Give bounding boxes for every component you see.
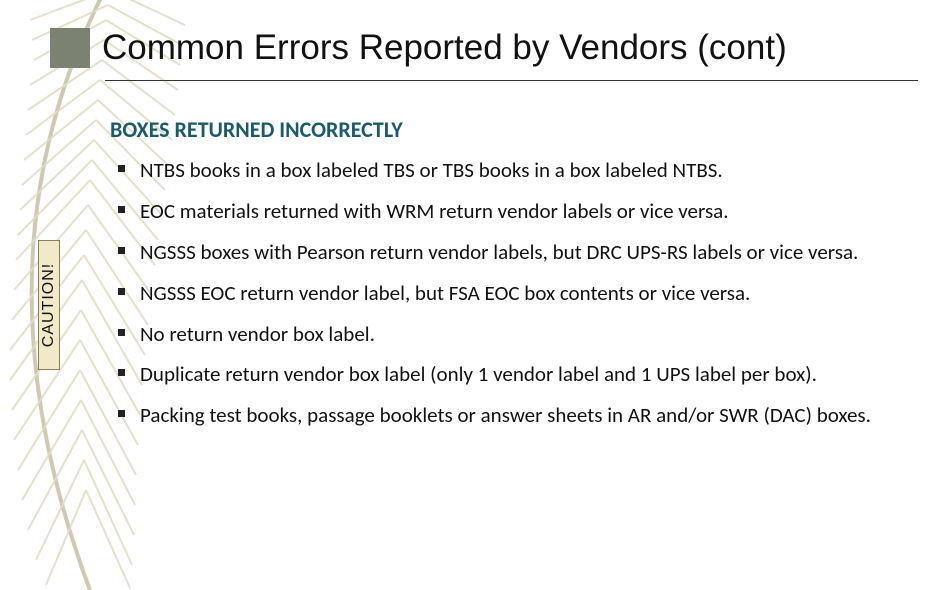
- list-item: No return vendor box label.: [110, 321, 906, 348]
- content-area: BOXES RETURNED INCORRECTLY NTBS books in…: [110, 116, 906, 443]
- list-item: NTBS books in a box labeled TBS or TBS b…: [110, 157, 906, 184]
- slide-title: Common Errors Reported by Vendors (cont): [102, 28, 787, 68]
- list-item: EOC materials returned with WRM return v…: [110, 198, 906, 225]
- list-item: NGSSS EOC return vendor label, but FSA E…: [110, 280, 906, 307]
- caution-label: CAUTION!: [40, 263, 58, 347]
- caution-badge: CAUTION!: [38, 240, 60, 370]
- list-item: Packing test books, passage booklets or …: [110, 402, 906, 429]
- title-accent-square: [50, 28, 90, 68]
- title-underline: [105, 80, 918, 81]
- bullet-list: NTBS books in a box labeled TBS or TBS b…: [110, 157, 906, 429]
- list-item: Duplicate return vendor box label (only …: [110, 361, 906, 388]
- list-item: NGSSS boxes with Pearson return vendor l…: [110, 239, 906, 266]
- title-row: Common Errors Reported by Vendors (cont): [50, 28, 921, 68]
- section-heading: BOXES RETURNED INCORRECTLY: [110, 116, 906, 143]
